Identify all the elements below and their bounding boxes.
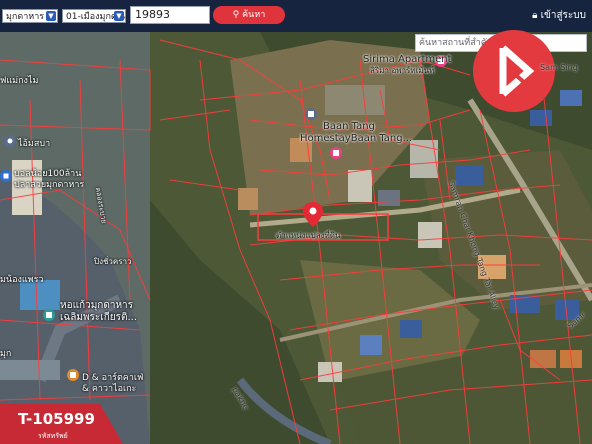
homestay-pin-icon [330, 147, 342, 159]
map-label-left-b2: ปลาสวยมุกดาหาร [14, 180, 85, 190]
chevron-down-icon: ▼ [114, 11, 124, 21]
map-label-left-h2: & คาวาไอเกะ [82, 384, 137, 394]
home-pin-icon [305, 108, 317, 120]
map-label-left-a: ไอ้มสบา [18, 139, 51, 149]
map-label-left-top: ฟแม่กงไม [0, 76, 39, 86]
listing-code-subtitle: รหัสทรัพย์ [38, 432, 68, 440]
business-pin-icon [0, 170, 12, 182]
map-label-pin: ตำแหน่งแปลงที่ดิน [276, 231, 341, 240]
search-icon: ⚲ [232, 10, 240, 20]
search-button[interactable]: ⚲ ค้นหา [213, 6, 285, 24]
map-label-left-d: ปิงชั่วคราว [94, 257, 132, 266]
property-code-input[interactable]: 19893 [130, 6, 210, 24]
cafe-pin-icon [67, 369, 79, 381]
login-label: เข้าสู่ระบบ [540, 10, 586, 21]
map-label-left-g: มุก [0, 349, 12, 359]
district-select[interactable]: 01-เมืองมุกดาหาร ▼ [62, 9, 126, 23]
map-label-baan-tang: Baan Tang [323, 121, 375, 132]
map-label-left-f2: เฉลิมพระเกียรติ... [60, 312, 138, 323]
top-bar: มุกดาหาร ▼ 01-เมืองมุกดาหาร ▼ 19893 ⚲ ค้… [0, 0, 592, 32]
province-select[interactable]: มุกดาหาร ▼ [2, 9, 58, 23]
login-link[interactable]: 🔒︎ เข้าสู่ระบบ [532, 8, 586, 23]
search-button-label: ค้นหา [242, 10, 266, 20]
map-label-right-top: Sam Sing [540, 63, 578, 72]
province-select-value: มุกดาหาร [6, 12, 45, 22]
map-label-left-e: มน้องแพรว [0, 275, 44, 285]
place-pin-icon [4, 135, 16, 147]
map-label-sirima-th: สิริมา อพาร์ทเม้นท์ [370, 66, 435, 75]
lock-icon: 🔒︎ [532, 10, 538, 21]
map-label-homestay: HomestayBaan Tang... [300, 133, 413, 144]
museum-pin-icon [43, 309, 55, 321]
listing-code: T-105999 [18, 410, 95, 428]
chevron-down-icon: ▼ [46, 11, 56, 21]
